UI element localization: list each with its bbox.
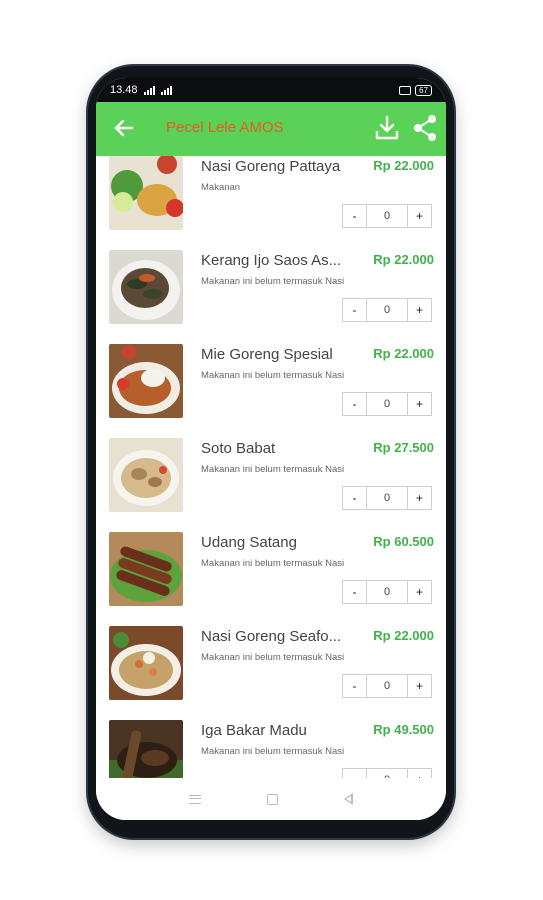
quantity-stepper: - 0 + — [342, 298, 432, 322]
item-name: Kerang Ijo Saos As... — [201, 252, 342, 269]
item-price: Rp 22.000 — [373, 158, 434, 173]
decrease-button[interactable]: - — [342, 486, 367, 510]
item-description: Makanan ini belum termasuk Nasi — [201, 370, 345, 381]
back-triangle-icon[interactable] — [344, 793, 353, 805]
decrease-button[interactable]: - — [342, 298, 367, 322]
phone-screen: 13.48 67 Pecel Lele AMOS Nasi Goreng Pat… — [96, 78, 446, 820]
item-description: Makanan — [201, 182, 241, 193]
quantity-value: 0 — [367, 674, 407, 698]
quantity-stepper: - 0 + — [342, 204, 432, 228]
decrease-button[interactable]: - — [342, 674, 367, 698]
increase-button[interactable]: + — [407, 298, 432, 322]
list-item[interactable]: Nasi Goreng Seafo... Makanan ini belum t… — [96, 626, 446, 720]
home-icon[interactable] — [267, 793, 278, 805]
item-description: Makanan ini belum termasuk Nasi — [201, 276, 345, 287]
item-description: Makanan ini belum termasuk Nasi — [201, 746, 345, 757]
quantity-stepper: - 0 + — [342, 674, 432, 698]
increase-button[interactable]: + — [407, 580, 432, 604]
system-nav-bar — [96, 778, 446, 820]
menu-list[interactable]: Nasi Goreng Pattaya Makanan Rp 22.000 - … — [96, 156, 446, 778]
list-item[interactable]: Nasi Goreng Pattaya Makanan Rp 22.000 - … — [96, 156, 446, 250]
menu-icon[interactable] — [189, 794, 201, 804]
app-bar: Pecel Lele AMOS — [96, 102, 446, 156]
vibrate-icon — [399, 85, 412, 95]
quantity-stepper: - 0 + — [342, 486, 432, 510]
decrease-button[interactable]: - — [342, 580, 367, 604]
food-image — [109, 250, 183, 324]
decrease-button[interactable]: - — [342, 204, 367, 228]
quantity-stepper: - 0 + — [342, 580, 432, 604]
item-description: Makanan ini belum termasuk Nasi — [201, 464, 345, 475]
status-time: 13.48 — [110, 84, 138, 96]
item-name: Nasi Goreng Seafo... — [201, 628, 342, 645]
quantity-value: 0 — [367, 298, 407, 322]
battery-icon: 67 — [415, 84, 432, 96]
item-description: Makanan ini belum termasuk Nasi — [201, 558, 345, 569]
item-name: Udang Satang — [201, 534, 297, 551]
increase-button[interactable]: + — [407, 674, 432, 698]
quantity-value: 0 — [367, 768, 407, 778]
status-bar: 13.48 67 — [96, 78, 446, 102]
decrease-button[interactable]: - — [342, 768, 367, 778]
increase-button[interactable]: + — [407, 204, 432, 228]
quantity-value: 0 — [367, 392, 407, 416]
item-price: Rp 22.000 — [373, 252, 434, 267]
list-item[interactable]: Iga Bakar Madu Makanan ini belum termasu… — [96, 720, 446, 778]
food-image — [109, 720, 183, 778]
share-icon[interactable] — [412, 114, 438, 142]
list-item[interactable]: Udang Satang Makanan ini belum termasuk … — [96, 532, 446, 626]
food-image — [109, 438, 183, 512]
list-item[interactable]: Mie Goreng Spesial Makanan ini belum ter… — [96, 344, 446, 438]
item-name: Iga Bakar Madu — [201, 722, 307, 739]
signal-icon-2 — [160, 85, 172, 95]
signal-icon — [143, 85, 155, 95]
food-image — [109, 532, 183, 606]
item-price: Rp 22.000 — [373, 346, 434, 361]
item-description: Makanan ini belum termasuk Nasi — [201, 652, 345, 663]
item-price: Rp 22.000 — [373, 628, 434, 643]
quantity-stepper: - 0 + — [342, 392, 432, 416]
item-price: Rp 60.500 — [373, 534, 434, 549]
arrow-left-icon[interactable] — [112, 116, 136, 140]
food-image — [109, 156, 183, 230]
item-price: Rp 27.500 — [373, 440, 434, 455]
increase-button[interactable]: + — [407, 768, 432, 778]
quantity-stepper: - 0 + — [342, 768, 432, 778]
food-image — [109, 626, 183, 700]
increase-button[interactable]: + — [407, 486, 432, 510]
app-title: Pecel Lele AMOS — [166, 119, 284, 136]
download-icon[interactable] — [374, 114, 400, 142]
increase-button[interactable]: + — [407, 392, 432, 416]
quantity-value: 0 — [367, 204, 407, 228]
quantity-value: 0 — [367, 486, 407, 510]
list-item[interactable]: Kerang Ijo Saos As... Makanan ini belum … — [96, 250, 446, 344]
item-price: Rp 49.500 — [373, 722, 434, 737]
item-name: Nasi Goreng Pattaya — [201, 158, 341, 175]
decrease-button[interactable]: - — [342, 392, 367, 416]
food-image — [109, 344, 183, 418]
list-item[interactable]: Soto Babat Makanan ini belum termasuk Na… — [96, 438, 446, 532]
quantity-value: 0 — [367, 580, 407, 604]
item-name: Soto Babat — [201, 440, 276, 457]
item-name: Mie Goreng Spesial — [201, 346, 333, 363]
